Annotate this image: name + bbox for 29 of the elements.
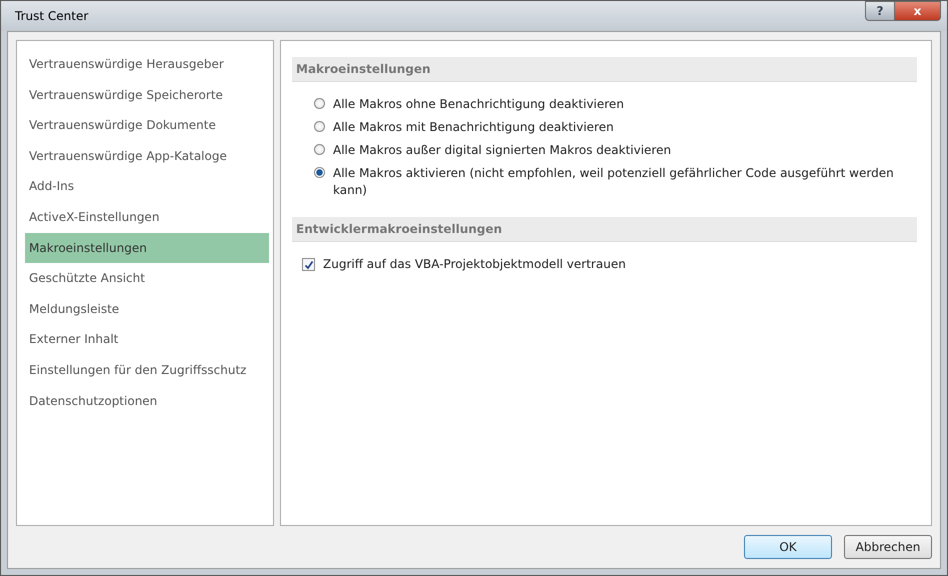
radio-button[interactable]: [314, 167, 325, 178]
sidebar-item[interactable]: Geschützte Ansicht: [25, 263, 269, 294]
radio-button[interactable]: [314, 144, 325, 155]
radio-button[interactable]: [314, 121, 325, 132]
sidebar-item[interactable]: Meldungsleiste: [25, 294, 269, 324]
option-label: Alle Makros aktivieren (nicht empfohlen, weil potenziell gefährlicher Code ausgeführt werden kann): [333, 165, 895, 199]
checkbox[interactable]: [302, 258, 315, 271]
sidebar-item[interactable]: Vertrauenswürdige Speicherorte: [25, 80, 269, 110]
sidebar-item[interactable]: Vertrauenswürdige App-Kataloge: [25, 140, 269, 172]
sidebar-item[interactable]: Vertrauenswürdige Herausgeber: [25, 49, 269, 80]
option-label: Alle Makros ohne Benachrichtigung deaktivieren: [333, 96, 625, 113]
help-button[interactable]: ?: [865, 1, 895, 21]
sidebar-item[interactable]: ActiveX-Einstellungen: [25, 202, 269, 233]
section-header: Entwicklermakroeinstellungen: [292, 217, 917, 242]
close-button[interactable]: x: [895, 1, 941, 21]
sidebar-item[interactable]: Datenschutzoptionen: [25, 386, 269, 416]
sidebar-item[interactable]: Einstellungen für den Zugriffsschutz: [25, 354, 269, 386]
radio-button[interactable]: [314, 98, 325, 109]
option-label: Alle Makros mit Benachrichtigung deaktivieren: [333, 119, 615, 136]
option-label: Alle Makros außer digital signierten Makros deaktivieren: [333, 142, 672, 159]
sidebar-item[interactable]: Makroeinstellungen: [25, 232, 269, 264]
sidebar-item[interactable]: Add-Ins: [25, 171, 269, 202]
option-label: Zugriff auf das VBA-Projektobjektmodell vertrauen: [323, 256, 627, 273]
sidebar-item[interactable]: Vertrauenswürdige Dokumente: [25, 110, 269, 141]
window-title: Trust Center: [15, 9, 88, 23]
ok-button[interactable]: OK: [744, 535, 832, 559]
sidebar-item[interactable]: Externer Inhalt: [25, 324, 269, 355]
section-header: Makroeinstellungen: [292, 57, 917, 82]
cancel-button[interactable]: Abbrechen: [844, 535, 932, 559]
